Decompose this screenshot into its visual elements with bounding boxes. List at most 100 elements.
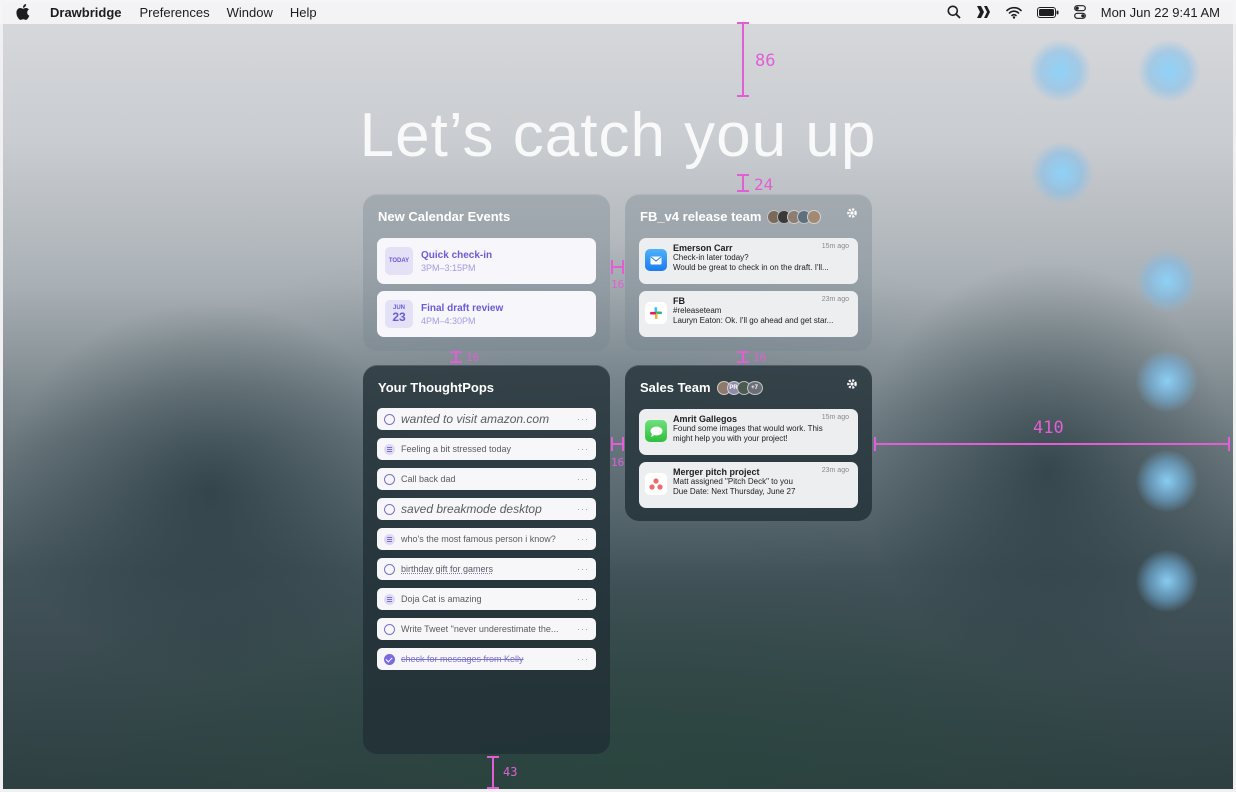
thoughtpop-item[interactable]: wanted to visit amazon.com ··· (377, 408, 596, 430)
background-light (1136, 450, 1198, 512)
background-blur (0, 300, 420, 680)
notification-fb-slack[interactable]: FB 23m ago #releaseteam Lauryn Eaton: Ok.… (639, 291, 858, 337)
release-team-title: FB_v4 release team (640, 209, 822, 224)
menu-window[interactable]: Window (227, 5, 273, 20)
asana-icon (645, 473, 667, 495)
sales-team-title: Sales Team PR +7 (640, 380, 763, 395)
notification-preview: might help you with your project! (673, 434, 788, 443)
notification-sender: FB (673, 296, 685, 306)
annotation-line-bottom (492, 756, 494, 789)
member-avatars[interactable] (767, 209, 822, 224)
more-options-button[interactable]: ··· (577, 564, 589, 574)
circle-checkbox-icon[interactable] (384, 563, 395, 575)
circle-checkbox-icon[interactable] (384, 503, 395, 515)
more-options-button[interactable]: ··· (577, 444, 589, 454)
annotation-cap (622, 260, 624, 274)
event-name: Final draft review (421, 302, 504, 314)
wifi-icon[interactable] (1005, 6, 1022, 19)
annotation-cap (874, 437, 876, 451)
annotation-label-row-gap-right: 16 (753, 351, 767, 364)
annotation-label-top: 86 (755, 51, 776, 71)
date-badge-label: TODAY (388, 258, 410, 264)
thoughtpop-text: Feeling a bit stressed today (401, 444, 512, 454)
notification-subject: Check-in later today? (673, 253, 749, 262)
calendar-event-final-draft[interactable]: JUN 23 Final draft review 4PM–4:30PM (377, 291, 596, 337)
notification-preview: Would be great to check in on the draft.… (673, 263, 829, 272)
thoughtpop-item[interactable]: check for messages from Kelly ··· (377, 648, 596, 670)
background-light (1029, 40, 1091, 102)
thoughtpop-text: Write Tweet "never underestimate the... (401, 624, 559, 634)
page-title: Let’s catch you up (359, 101, 877, 170)
battery-icon[interactable] (1036, 6, 1059, 18)
annotation-cap (611, 260, 613, 274)
more-options-button[interactable]: ··· (577, 504, 589, 514)
notification-sender: Emerson Carr (673, 243, 733, 253)
thoughtpop-item[interactable]: Doja Cat is amazing ··· (377, 588, 596, 610)
annotation-label-title-gap: 24 (754, 175, 774, 194)
notification-merger-pitch[interactable]: Merger pitch project 23m ago Matt assigne… (639, 462, 858, 508)
more-options-button[interactable]: ··· (577, 534, 589, 544)
more-options-button[interactable]: ··· (577, 414, 589, 424)
app-menu[interactable]: Drawbridge (50, 5, 122, 20)
event-name: Quick check-in (421, 249, 493, 261)
gear-icon[interactable] (846, 207, 858, 219)
calendar-widget-title: New Calendar Events (378, 209, 511, 224)
annotation-label-side: 410 (1033, 418, 1064, 438)
thoughtpop-text: check for messages from Kelly (401, 654, 524, 664)
notification-channel: #releaseteam (673, 306, 722, 315)
menu-clock[interactable]: Mon Jun 22 9:41 AM (1101, 5, 1220, 20)
checkmark-icon[interactable] (384, 653, 395, 665)
thoughtpop-text: who's the most famous person i know? (401, 534, 556, 544)
more-options-button[interactable]: ··· (577, 474, 589, 484)
thoughtpop-item[interactable]: Write Tweet "never underestimate the... ·… (377, 618, 596, 640)
annotation-cap (737, 95, 749, 97)
avatar-overflow-count: +7 (746, 380, 763, 395)
more-options-button[interactable]: ··· (577, 624, 589, 634)
notification-amrit-gallegos[interactable]: Amrit Gallegos 15m ago Found some images … (639, 409, 858, 455)
menu-help[interactable]: Help (290, 5, 317, 20)
event-time: 3PM–3:15PM (421, 262, 476, 273)
date-badge: JUN 23 (385, 300, 413, 328)
annotation-label-row-gap-left: 16 (466, 351, 480, 364)
thoughtpop-item[interactable]: who's the most famous person i know? ··· (377, 528, 596, 550)
menu-preferences[interactable]: Preferences (140, 5, 210, 20)
apple-menu-icon[interactable] (16, 4, 30, 20)
release-team-name: FB_v4 release team (640, 209, 762, 224)
notification-time: 23m ago (821, 296, 849, 303)
annotation-cap (737, 174, 749, 176)
notification-preview: Found some images that would work. This (673, 424, 823, 433)
notification-time: 23m ago (821, 467, 849, 474)
slack-icon (645, 302, 667, 324)
sales-team-widget: Sales Team PR +7 Amrit Gallegos 15m ago F… (625, 365, 872, 521)
circle-checkbox-icon[interactable] (384, 623, 395, 635)
note-icon (384, 443, 395, 455)
notification-sender: Merger pitch project (673, 467, 760, 477)
annotation-cap (487, 787, 499, 789)
sales-team-name: Sales Team (640, 380, 711, 395)
thoughtpop-item[interactable]: birthday gift for gamers ··· (377, 558, 596, 580)
background-light (1136, 550, 1198, 612)
more-options-button[interactable]: ··· (577, 594, 589, 604)
annotation-cap (737, 351, 749, 353)
annotation-cap (737, 22, 749, 24)
notification-due-date: Due Date: Next Thursday, June 27 (673, 487, 796, 496)
thoughtpop-item[interactable]: Feeling a bit stressed today ··· (377, 438, 596, 460)
thoughtpop-text: birthday gift for gamers (401, 564, 494, 574)
circle-checkbox-icon[interactable] (384, 413, 395, 425)
calendar-event-quick-checkin[interactable]: TODAY Quick check-in 3PM–3:15PM (377, 238, 596, 284)
control-center-icon[interactable] (1073, 5, 1086, 19)
thoughtpops-title: Your ThoughtPops (378, 380, 495, 395)
more-options-button[interactable]: ··· (577, 654, 589, 664)
thoughtpop-item[interactable]: Call back dad ··· (377, 468, 596, 490)
menu-bar: Drawbridge Preferences Window Help Mon J… (0, 0, 1236, 24)
date-badge-day: 23 (392, 310, 406, 324)
member-avatars[interactable]: PR +7 (716, 380, 763, 395)
messages-icon (645, 420, 667, 442)
spotlight-search-icon[interactable] (947, 5, 961, 19)
notification-emerson-carr[interactable]: Emerson Carr 15m ago Check-in later today… (639, 238, 858, 284)
notification-assignment: Matt assigned "Pitch Deck" to you (673, 477, 793, 486)
gear-icon[interactable] (846, 378, 858, 390)
circle-checkbox-icon[interactable] (384, 473, 395, 485)
drawbridge-status-icon[interactable] (976, 5, 991, 19)
thoughtpop-item[interactable]: saved breakmode desktop ··· (377, 498, 596, 520)
